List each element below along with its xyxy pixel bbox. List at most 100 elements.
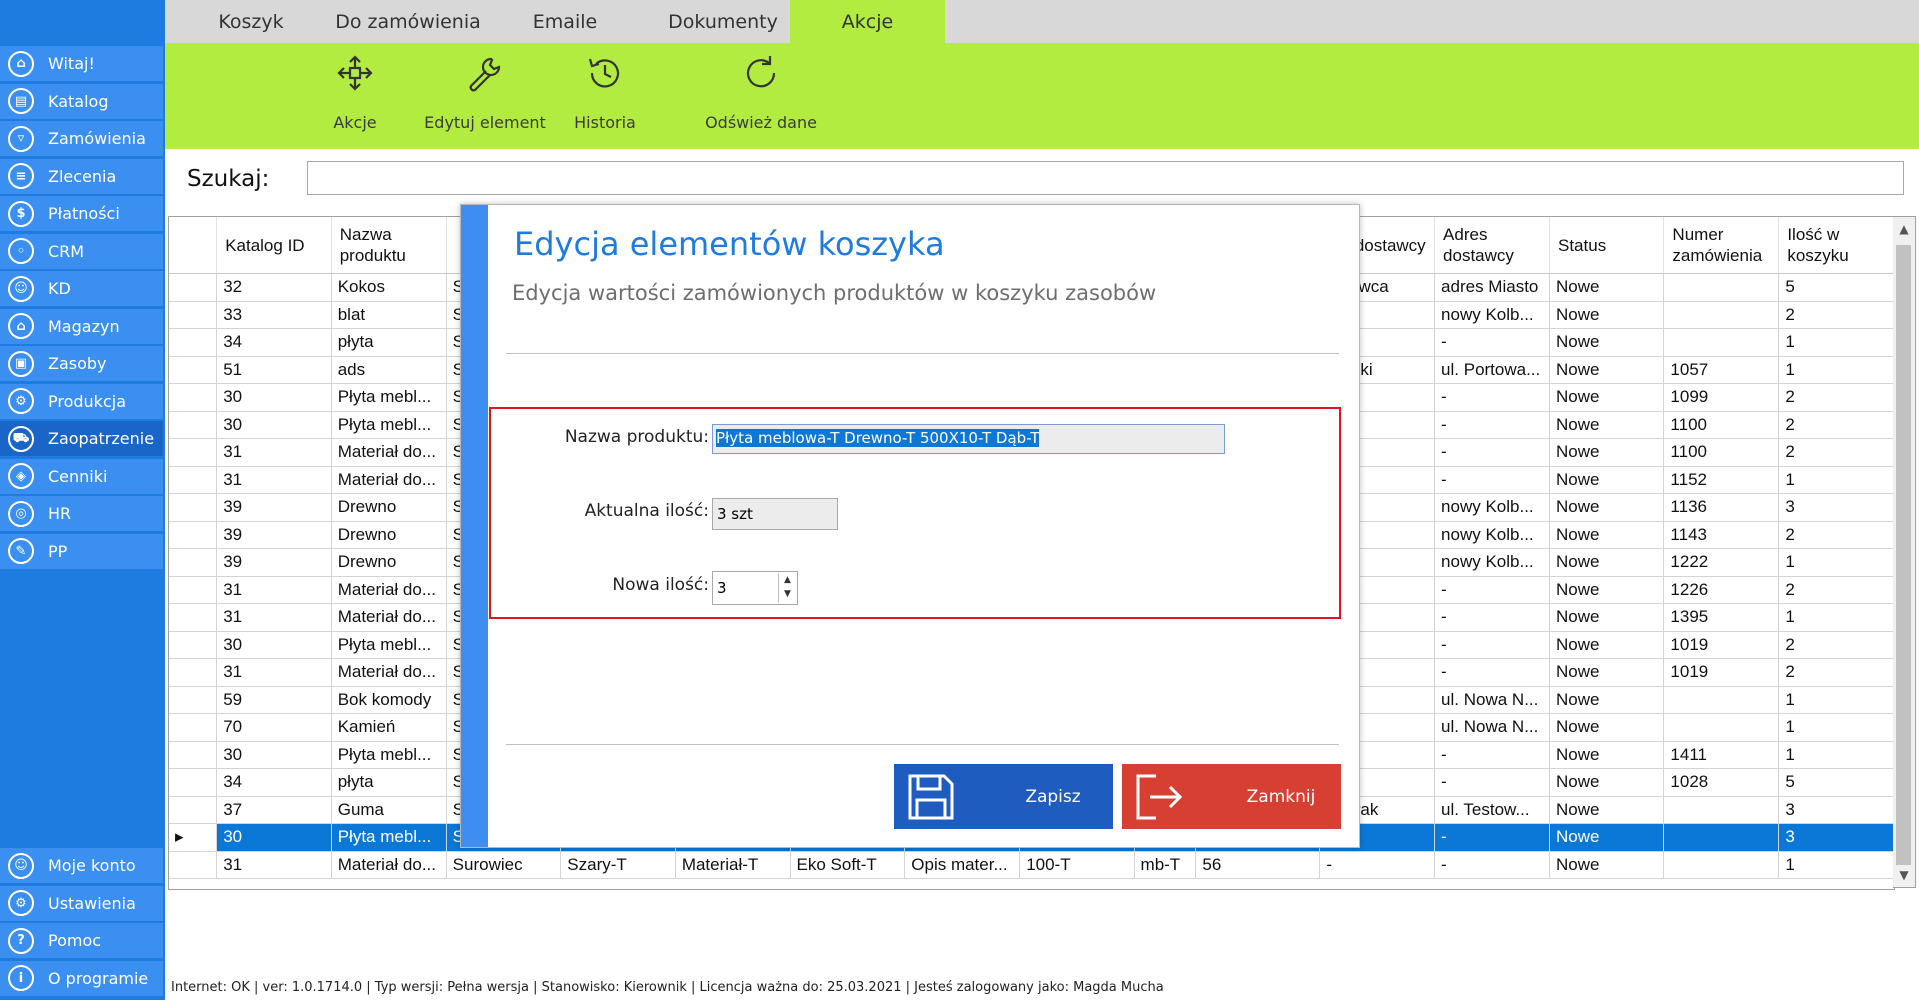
table-cell: Guma: [331, 796, 447, 824]
table-cell: Kamień: [331, 713, 447, 742]
sidebar-item-pomoc[interactable]: ? Pomoc: [0, 923, 163, 958]
tab-koszyk[interactable]: Koszyk: [195, 0, 307, 43]
dollar-icon: $: [8, 200, 34, 227]
sidebar-item-zaopatrzenie[interactable]: ⛟ Zaopatrzenie: [0, 421, 163, 456]
row-header[interactable]: [169, 328, 218, 357]
odswiez-dane-button[interactable]: Odśwież dane: [705, 43, 817, 149]
row-header[interactable]: [169, 658, 218, 687]
row-header[interactable]: [169, 411, 218, 439]
table-cell: -: [1434, 768, 1550, 797]
sidebar-item-witaj[interactable]: ⌂ Witaj!: [0, 46, 163, 81]
edytuj-element-button[interactable]: Edytuj element: [410, 43, 560, 149]
table-cell: [1663, 823, 1780, 852]
row-header[interactable]: [169, 576, 218, 604]
table-cell: 3: [1778, 493, 1894, 522]
table-cell: 2: [1778, 576, 1894, 604]
table-cell: 51: [216, 356, 332, 384]
sidebar-item-magazyn[interactable]: ⌂ Magazyn: [0, 308, 163, 344]
sidebar-item-label: PP: [48, 541, 68, 561]
akcje-button[interactable]: Akcje: [310, 43, 400, 149]
sidebar-item-label: Produkcja: [48, 391, 126, 411]
new-qty-stepper[interactable]: 3 ▲ ▼: [712, 571, 798, 605]
row-header[interactable]: [169, 521, 218, 549]
spinner-arrows-icon[interactable]: ▲ ▼: [778, 573, 796, 603]
table-cell: nowy Kolb...: [1434, 521, 1550, 549]
row-header[interactable]: [169, 356, 218, 384]
sidebar-item-pp[interactable]: ✎ PP: [0, 533, 163, 569]
history-icon: [588, 58, 620, 88]
table-cell: płyta: [331, 768, 447, 797]
table-cell: 31: [216, 466, 332, 494]
table-cell: Nowe: [1549, 383, 1665, 412]
table-row[interactable]: 31 Materiał do... Surowiec Szary-T Materiał-…: [169, 851, 1894, 879]
table-cell: -: [1434, 851, 1550, 879]
product-name-field[interactable]: Płyta meblowa-T Drewno-T 500X10-T Dąb-T: [712, 424, 1225, 454]
scroll-down-icon[interactable]: ▼: [1893, 865, 1915, 885]
row-header[interactable]: [169, 686, 218, 714]
book-icon: ▤: [8, 88, 34, 114]
row-header[interactable]: [169, 548, 218, 577]
row-header[interactable]: [169, 438, 218, 467]
row-header[interactable]: [169, 466, 218, 494]
historia-button[interactable]: Historia: [555, 43, 655, 149]
sidebar-item-płatności[interactable]: $ Płatności: [0, 196, 163, 231]
row-header[interactable]: [169, 603, 218, 632]
vertical-scrollbar[interactable]: ▲ ▼: [1893, 216, 1916, 888]
sidebar-item-o-programie[interactable]: i O programie: [0, 960, 163, 996]
column-header[interactable]: Adres dostawcy: [1434, 217, 1550, 274]
dialog-title: Edycja elementów koszyka: [514, 225, 945, 263]
search-input[interactable]: [307, 161, 1904, 195]
row-header[interactable]: [169, 631, 218, 659]
column-header[interactable]: Ilość w koszyku: [1778, 217, 1894, 274]
scroll-up-icon[interactable]: ▲: [1893, 219, 1915, 239]
row-header[interactable]: [169, 796, 218, 824]
sidebar-item-zasoby[interactable]: ▣ Zasoby: [0, 346, 163, 381]
sidebar-item-label: O programie: [48, 968, 149, 988]
sidebar-item-cenniki[interactable]: ◈ Cenniki: [0, 458, 163, 494]
floppy-disk-icon: [908, 774, 954, 819]
sidebar-item-crm[interactable]: ◦ CRM: [0, 233, 163, 269]
search-label: Szukaj:: [187, 166, 270, 192]
row-header[interactable]: [169, 768, 218, 797]
sidebar-item-ustawienia[interactable]: ⚙ Ustawienia: [0, 885, 163, 921]
table-cell: Nowe: [1549, 521, 1665, 549]
table-cell: 31: [216, 851, 332, 879]
ribbon-toolbar: Akcje Edytuj element Historia Odśwież da…: [165, 43, 1919, 149]
tab-akcje[interactable]: Akcje: [790, 0, 945, 43]
scrollbar-thumb[interactable]: [1896, 245, 1911, 865]
table-cell: [1663, 713, 1780, 742]
table-cell: 1136: [1663, 493, 1780, 522]
sidebar-item-label: Ustawienia: [48, 893, 136, 913]
sidebar-item-kd[interactable]: ☺ KD: [0, 271, 163, 306]
truck-icon: ⛟: [8, 425, 34, 452]
row-header[interactable]: [169, 741, 218, 769]
row-header[interactable]: [169, 713, 218, 742]
table-cell: Płyta mebl...: [331, 411, 447, 439]
table-cell: 1: [1778, 686, 1894, 714]
close-button[interactable]: Zamknij: [1122, 764, 1341, 829]
sidebar-item-moje-konto[interactable]: ☺ Moje konto: [0, 848, 163, 883]
sidebar-item-hr[interactable]: ◎ HR: [0, 496, 163, 531]
divider: [506, 353, 1339, 354]
sidebar-item-zlecenia[interactable]: ≡ Zlecenia: [0, 158, 163, 194]
row-header[interactable]: [169, 273, 218, 302]
save-button[interactable]: Zapisz: [894, 764, 1113, 829]
sidebar-item-label: Cenniki: [48, 466, 108, 486]
row-header[interactable]: [169, 851, 218, 879]
sidebar-item-produkcja[interactable]: ⚙ Produkcja: [0, 383, 163, 419]
tab-do-zamowienia[interactable]: Do zamówienia: [318, 0, 498, 43]
row-header[interactable]: [169, 493, 218, 522]
column-header[interactable]: Numer zamówienia: [1663, 217, 1780, 274]
row-header[interactable]: [169, 301, 218, 329]
selected-row-marker-icon[interactable]: ▸: [169, 823, 218, 852]
column-header[interactable]: Status: [1549, 217, 1665, 274]
column-header[interactable]: Katalog ID: [216, 217, 332, 274]
tab-dokumenty[interactable]: Dokumenty: [643, 0, 803, 43]
sidebar-item-label: Płatności: [48, 204, 120, 223]
sidebar-item-katalog[interactable]: ▤ Katalog: [0, 83, 163, 119]
row-header[interactable]: [169, 383, 218, 412]
sidebar-item-zamówienia[interactable]: ▿ Zamówienia: [0, 121, 163, 156]
table-cell: 1019: [1663, 658, 1780, 687]
column-header[interactable]: Nazwa produktu: [331, 217, 447, 274]
tab-emaile[interactable]: Emaile: [505, 0, 625, 43]
